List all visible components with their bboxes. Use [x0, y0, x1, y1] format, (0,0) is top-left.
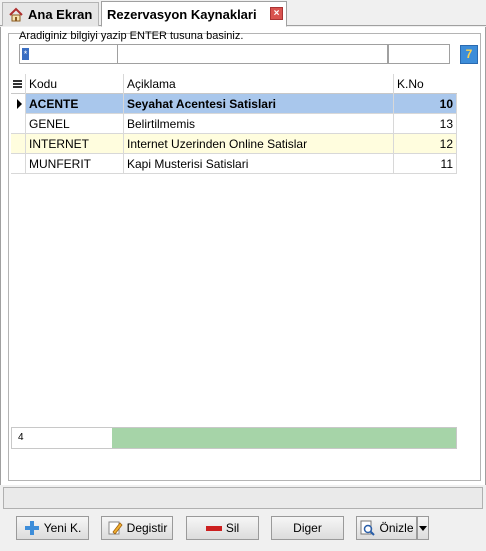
close-icon[interactable]: × — [270, 7, 283, 20]
footer-summary-bar — [112, 428, 456, 448]
filter-icon[interactable]: 7 — [460, 45, 478, 64]
table-row[interactable]: INTERNET Internet Uzerinden Online Satis… — [11, 134, 457, 154]
cell-aciklama: Internet Uzerinden Online Satislar — [124, 134, 394, 154]
cell-aciklama: Kapi Musterisi Satislari — [124, 154, 394, 174]
search-desc-input[interactable] — [118, 44, 388, 64]
row-indicator — [11, 134, 26, 154]
degistir-button-label: Degistir — [126, 521, 168, 535]
record-count: 4 — [12, 428, 112, 448]
onizle-button[interactable]: Önizle — [356, 516, 417, 540]
grid-footer: 4 — [11, 427, 457, 449]
yeni-button-label: Yeni K. — [43, 521, 82, 535]
cell-kodu: MUNFERIT — [26, 154, 124, 174]
home-icon — [8, 7, 24, 23]
yeni-button[interactable]: Yeni K. — [16, 516, 89, 540]
row-indicator — [11, 154, 26, 174]
onizle-dropdown-button[interactable] — [417, 516, 429, 540]
cell-aciklama: Seyahat Acentesi Satislari — [124, 94, 394, 114]
status-strip — [3, 487, 483, 509]
edit-icon — [107, 520, 123, 536]
minus-icon — [205, 520, 222, 536]
degistir-button[interactable]: Degistir — [101, 516, 173, 540]
grid-header: Kodu Açiklama K.No — [11, 74, 457, 94]
search-row: * — [19, 44, 457, 64]
column-header-aciklama[interactable]: Açiklama — [124, 74, 394, 94]
chevron-down-icon — [419, 525, 427, 531]
cell-kno: 11 — [394, 154, 457, 174]
table-row[interactable]: GENEL Belirtilmemis 13 — [11, 114, 457, 134]
records-grid: Kodu Açiklama K.No ACENTE Seyahat Acente… — [11, 74, 457, 174]
cell-kodu: ACENTE — [26, 94, 124, 114]
cell-kno: 10 — [394, 94, 457, 114]
column-chooser-icon[interactable] — [11, 74, 26, 94]
onizle-button-label: Önizle — [379, 521, 414, 535]
row-indicator-icon — [11, 94, 26, 114]
diger-button-label: Diger — [293, 521, 322, 535]
row-indicator — [11, 114, 26, 134]
tab-strip: Ana Ekran Rezervasyon Kaynaklari × — [0, 0, 486, 27]
search-hint: Aradiginiz bilgiyi yazip ENTER tusuna ba… — [19, 30, 244, 42]
diger-button[interactable]: Diger — [271, 516, 344, 540]
table-row[interactable]: ACENTE Seyahat Acentesi Satislari 10 — [11, 94, 457, 114]
sil-button[interactable]: Sil — [186, 516, 259, 540]
tab-ana-ekran[interactable]: Ana Ekran — [2, 2, 99, 26]
table-row[interactable]: MUNFERIT Kapi Musterisi Satislari 11 — [11, 154, 457, 174]
cursor-marker-icon: * — [22, 48, 29, 60]
button-bar: Yeni K. Degistir Sil Diger Önizle — [0, 512, 486, 551]
tab-rezervasyon-kaynaklari[interactable]: Rezervasyon Kaynaklari × — [101, 1, 287, 27]
sil-button-label: Sil — [225, 521, 240, 535]
cell-aciklama: Belirtilmemis — [124, 114, 394, 134]
search-no-input[interactable] — [388, 44, 450, 64]
cell-kno: 12 — [394, 134, 457, 154]
search-code-input[interactable]: * — [19, 44, 118, 64]
column-header-kodu[interactable]: Kodu — [26, 74, 124, 94]
cell-kno: 13 — [394, 114, 457, 134]
cell-kodu: GENEL — [26, 114, 124, 134]
preview-icon — [359, 520, 376, 536]
plus-icon — [24, 520, 40, 536]
tab-rezervasyon-kaynaklari-label: Rezervasyon Kaynaklari — [107, 6, 257, 22]
tab-ana-ekran-label: Ana Ekran — [28, 7, 93, 22]
column-header-kno[interactable]: K.No — [394, 74, 457, 94]
cell-kodu: INTERNET — [26, 134, 124, 154]
